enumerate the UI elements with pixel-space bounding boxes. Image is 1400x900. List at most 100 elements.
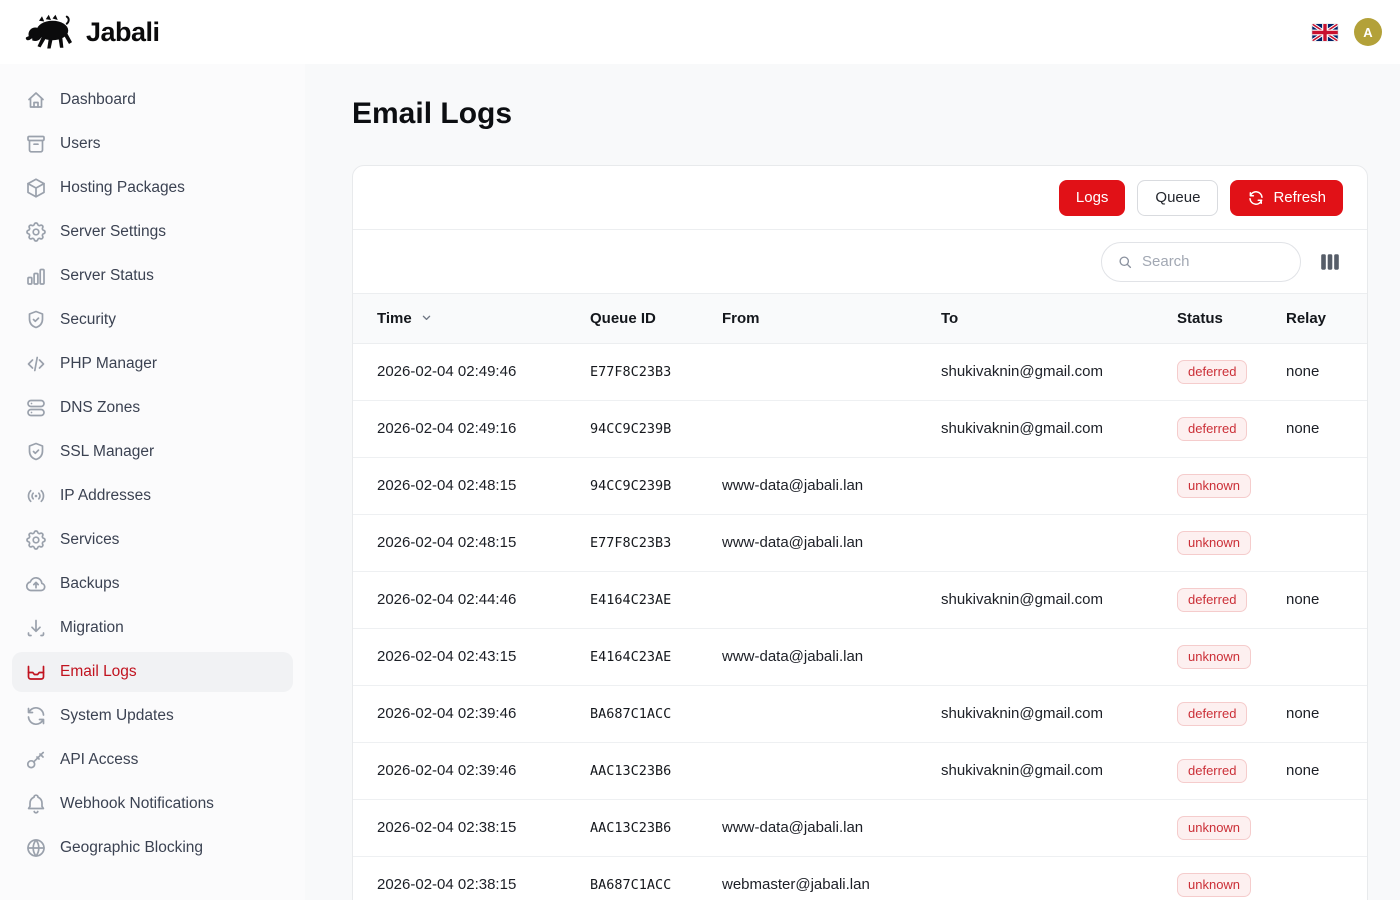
cell-from: www-data@jabali.lan (698, 628, 917, 685)
app-root: Jabali A Dashboard Users Host (0, 0, 1400, 900)
cell-time: 2026-02-04 02:39:46 (353, 685, 566, 742)
table-row[interactable]: 2026-02-04 02:48:15 E77F8C23B3 www-data@… (353, 514, 1367, 571)
cell-relay: none (1262, 685, 1367, 742)
cell-status: unknown (1153, 628, 1262, 685)
table-row[interactable]: 2026-02-04 02:49:16 94CC9C239B shukivakn… (353, 400, 1367, 457)
shell: Dashboard Users Hosting Packages Server … (0, 64, 1400, 900)
search-input[interactable] (1142, 253, 1286, 270)
cell-time: 2026-02-04 02:38:15 (353, 799, 566, 856)
cell-status: unknown (1153, 799, 1262, 856)
sidebar: Dashboard Users Hosting Packages Server … (0, 64, 305, 900)
cell-from: webmaster@jabali.lan (698, 856, 917, 900)
sidebar-item-dashboard[interactable]: Dashboard (12, 80, 293, 120)
refresh-label: Refresh (1273, 189, 1326, 206)
search-row (353, 230, 1367, 294)
cell-time: 2026-02-04 02:43:15 (353, 628, 566, 685)
sidebar-item-migration[interactable]: Migration (12, 608, 293, 648)
sidebar-item-email-logs[interactable]: Email Logs (12, 652, 293, 692)
table-row[interactable]: 2026-02-04 02:49:46 E77F8C23B3 shukivakn… (353, 343, 1367, 400)
cell-relay (1262, 457, 1367, 514)
cell-to: shukivaknin@gmail.com (917, 571, 1153, 628)
logs-tab-button[interactable]: Logs (1059, 180, 1126, 216)
columns-toggle-icon[interactable] (1319, 251, 1341, 273)
cell-relay: none (1262, 343, 1367, 400)
top-header: Jabali A (0, 0, 1400, 64)
sidebar-item-server-status[interactable]: Server Status (12, 256, 293, 296)
cell-relay (1262, 628, 1367, 685)
cell-relay (1262, 514, 1367, 571)
table-row[interactable]: 2026-02-04 02:44:46 E4164C23AE shukivakn… (353, 571, 1367, 628)
cell-queue-id: E77F8C23B3 (566, 514, 698, 571)
search-icon (1116, 253, 1134, 271)
cell-relay: none (1262, 742, 1367, 799)
cell-relay: none (1262, 571, 1367, 628)
sidebar-item-api-access[interactable]: API Access (12, 740, 293, 780)
cell-queue-id: E4164C23AE (566, 571, 698, 628)
refresh-button[interactable]: Refresh (1230, 180, 1343, 216)
sidebar-item-users[interactable]: Users (12, 124, 293, 164)
sidebar-item-services[interactable]: Services (12, 520, 293, 560)
sidebar-item-dns-zones[interactable]: DNS Zones (12, 388, 293, 428)
sidebar-nav: Dashboard Users Hosting Packages Server … (0, 64, 305, 884)
cell-status: deferred (1153, 685, 1262, 742)
gear-icon (24, 528, 48, 552)
cell-to: shukivaknin@gmail.com (917, 685, 1153, 742)
server-stack-icon (24, 396, 48, 420)
table-row[interactable]: 2026-02-04 02:39:46 BA687C1ACC shukivakn… (353, 685, 1367, 742)
cell-relay (1262, 856, 1367, 900)
cell-to: shukivaknin@gmail.com (917, 742, 1153, 799)
table-row[interactable]: 2026-02-04 02:39:46 AAC13C23B6 shukivakn… (353, 742, 1367, 799)
status-badge: unknown (1177, 531, 1251, 555)
status-badge: unknown (1177, 816, 1251, 840)
sort-chevron-down-icon (419, 310, 434, 325)
status-badge: deferred (1177, 702, 1247, 726)
column-header-time[interactable]: Time (353, 294, 566, 343)
cell-time: 2026-02-04 02:49:46 (353, 343, 566, 400)
table-row[interactable]: 2026-02-04 02:43:15 E4164C23AE www-data@… (353, 628, 1367, 685)
avatar[interactable]: A (1354, 18, 1382, 46)
refresh-icon (1247, 189, 1265, 207)
queue-tab-button[interactable]: Queue (1137, 180, 1218, 216)
sidebar-item-ssl-manager[interactable]: SSL Manager (12, 432, 293, 472)
cell-to (917, 457, 1153, 514)
cell-queue-id: BA687C1ACC (566, 856, 698, 900)
status-badge: unknown (1177, 873, 1251, 897)
main-content: Email Logs Logs Queue Refresh (305, 64, 1400, 900)
topbar-actions: A (1312, 18, 1382, 46)
broadcast-icon (24, 484, 48, 508)
column-header-queue-id: Queue ID (566, 294, 698, 343)
sidebar-item-security[interactable]: Security (12, 300, 293, 340)
cell-time: 2026-02-04 02:39:46 (353, 742, 566, 799)
sidebar-item-server-settings[interactable]: Server Settings (12, 212, 293, 252)
table-row[interactable]: 2026-02-04 02:48:15 94CC9C239B www-data@… (353, 457, 1367, 514)
sidebar-item-hosting-packages[interactable]: Hosting Packages (12, 168, 293, 208)
uk-flag-icon[interactable] (1312, 24, 1338, 41)
search-box (1101, 242, 1301, 282)
cell-status: deferred (1153, 742, 1262, 799)
globe-icon (24, 836, 48, 860)
cell-status: deferred (1153, 400, 1262, 457)
sidebar-item-webhook-notifications[interactable]: Webhook Notifications (12, 784, 293, 824)
refresh-icon (24, 704, 48, 728)
sidebar-item-geographic-blocking[interactable]: Geographic Blocking (12, 828, 293, 868)
sidebar-item-ip-addresses[interactable]: IP Addresses (12, 476, 293, 516)
cell-to (917, 628, 1153, 685)
cell-from: www-data@jabali.lan (698, 457, 917, 514)
brand[interactable]: Jabali (24, 13, 160, 51)
sidebar-item-php-manager[interactable]: PHP Manager (12, 344, 293, 384)
table-row[interactable]: 2026-02-04 02:38:15 BA687C1ACC webmaster… (353, 856, 1367, 900)
sidebar-item-system-updates[interactable]: System Updates (12, 696, 293, 736)
status-badge: deferred (1177, 588, 1247, 612)
cell-time: 2026-02-04 02:48:15 (353, 514, 566, 571)
brand-name: Jabali (86, 17, 160, 48)
sidebar-item-backups[interactable]: Backups (12, 564, 293, 604)
cell-queue-id: 94CC9C239B (566, 400, 698, 457)
table-row[interactable]: 2026-02-04 02:38:15 AAC13C23B6 www-data@… (353, 799, 1367, 856)
boar-logo-icon (24, 13, 78, 51)
cell-time: 2026-02-04 02:38:15 (353, 856, 566, 900)
email-logs-table: Time Queue ID From To Status Relay 2026-… (353, 294, 1367, 900)
cell-to (917, 856, 1153, 900)
cell-queue-id: 94CC9C239B (566, 457, 698, 514)
cell-queue-id: E77F8C23B3 (566, 343, 698, 400)
cell-to (917, 799, 1153, 856)
